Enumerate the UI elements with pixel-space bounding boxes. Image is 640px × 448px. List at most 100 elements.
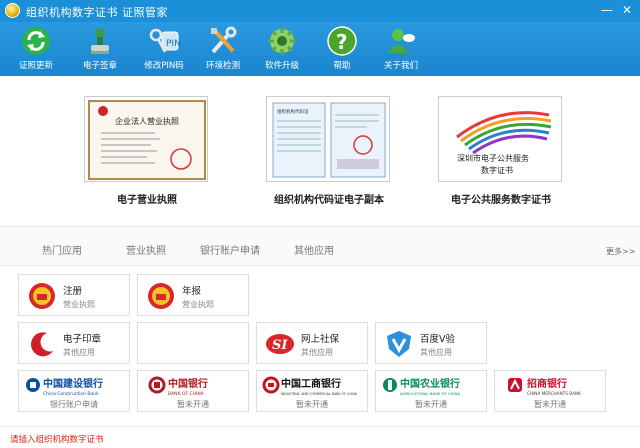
- tools-icon: [211, 26, 237, 54]
- toolbar-label: 修改PIN码: [144, 61, 184, 71]
- cmb-logo-icon: 招商银行 CHINA MERCHANTS BANK: [508, 377, 581, 396]
- baidu-v-icon: [387, 331, 411, 357]
- bank-cmb[interactable]: 招商银行 CHINA MERCHANTS BANK 暂未开通: [494, 370, 606, 412]
- bank-icbc[interactable]: 中国工商银行 INDUSTRIAL AND COMMERCIAL BANK OF…: [256, 370, 368, 412]
- service-category: 营业执照: [63, 300, 95, 309]
- tab-bank-account[interactable]: 银行账户申请: [200, 242, 260, 257]
- toolbar-item-help[interactable]: ? 帮助: [314, 25, 370, 75]
- tab-popular[interactable]: 热门应用: [42, 242, 82, 257]
- certificate-cards: 企业法人营业执照 电子营业执照 组织机构代码证 组织机构代码证电子副本 深圳市电…: [0, 76, 640, 226]
- tab-business-license[interactable]: 营业执照: [126, 242, 166, 257]
- service-category: 其他应用: [63, 348, 95, 357]
- refresh-icon: [22, 27, 50, 55]
- upgrade-icon: [268, 27, 296, 55]
- bank-logo-english: INDUSTRIAL AND COMMERCIAL BANK OF CHINA: [281, 392, 358, 396]
- card-org-code[interactable]: 组织机构代码证 组织机构代码证电子副本: [266, 96, 392, 206]
- org-code-thumbnail: 组织机构代码证: [266, 96, 390, 182]
- svg-text:?: ?: [336, 30, 348, 54]
- app-logo-icon: [5, 3, 20, 18]
- toolbar-label: 电子签章: [82, 61, 117, 71]
- license-heading: 企业法人营业执照: [115, 116, 179, 126]
- bank-logo-name: 中国工商银行: [281, 377, 341, 390]
- service-name: 百度V验: [420, 334, 455, 345]
- bank-abc[interactable]: 中国农业银行 AGRICULTURAL BANK OF CHINA 暂未开通: [375, 370, 487, 412]
- toolbar-item-env-check[interactable]: 环境检测: [195, 25, 251, 75]
- card-business-license[interactable]: 企业法人营业执照 电子营业执照: [84, 96, 210, 206]
- bank-status: 暂未开通: [177, 400, 209, 409]
- service-e-seal[interactable]: 电子印章 其他应用: [18, 322, 130, 364]
- toolbar: 证照更新 电子签章 PIN 修改PIN码 环境检测 软件升级 ? 帮助 关于我们: [0, 22, 640, 76]
- toolbar-label: 证照更新: [18, 61, 53, 71]
- bank-boc[interactable]: 中国银行 BANK OF CHINA 暂未开通: [137, 370, 249, 412]
- bank-status: 银行账户申请: [50, 400, 98, 409]
- toolbar-item-upgrade[interactable]: 软件升级: [254, 25, 310, 75]
- public-service-cert-image: 深圳市电子公共服务 数字证书: [456, 111, 552, 175]
- business-license-thumbnail: 企业法人营业执照: [84, 96, 208, 182]
- card-caption: 电子营业执照: [117, 195, 177, 206]
- more-link[interactable]: 更多>>: [606, 246, 635, 257]
- user-icon: [388, 29, 415, 53]
- cert-text-line-2: 数字证书: [481, 165, 513, 175]
- toolbar-item-seal[interactable]: 电子签章: [72, 25, 128, 75]
- service-category: 营业执照: [182, 300, 214, 309]
- org-code-heading: 组织机构代码证: [277, 108, 309, 115]
- toolbar-label: 关于我们: [383, 61, 418, 71]
- toolbar-item-about[interactable]: 关于我们: [373, 25, 429, 75]
- service-empty-slot: [137, 322, 249, 364]
- seal-stamp-icon: [91, 28, 109, 54]
- service-baidu-v[interactable]: 百度V验 其他应用: [375, 322, 487, 364]
- toolbar-label: 帮助: [333, 61, 351, 71]
- title-bar[interactable]: 组织机构数字证书 证照管家 — ✕: [0, 0, 640, 22]
- bank-logo-english: AGRICULTURAL BANK OF CHINA: [400, 391, 460, 396]
- bank-logo-name: 招商银行: [527, 377, 567, 390]
- toolbar-item-update[interactable]: 证照更新: [8, 25, 64, 75]
- bank-logo-name: 中国银行: [168, 377, 208, 390]
- service-name: 注册: [63, 286, 83, 297]
- toolbar-label: 软件升级: [264, 61, 299, 71]
- org-code-document-image: 组织机构代码证: [272, 102, 386, 178]
- cert-text-line-1: 深圳市电子公共服务: [457, 153, 529, 163]
- app-window: 组织机构数字证书 证照管家 — ✕ 证照更新 电子签章 PIN 修改PIN码 环…: [0, 0, 640, 448]
- service-category: 其他应用: [420, 348, 452, 357]
- card-public-service-cert[interactable]: 深圳市电子公共服务 数字证书 电子公共服务数字证书: [438, 96, 564, 206]
- boc-logo-icon: 中国银行 BANK OF CHINA: [148, 376, 208, 397]
- tab-other[interactable]: 其他应用: [294, 242, 334, 257]
- window-title: 组织机构数字证书 证照管家: [26, 6, 168, 19]
- service-grid: 注册 营业执照 年报 营业执照 电子印章 其他应用 SI 网上社保 其他应用 百…: [0, 266, 640, 426]
- card-caption: 组织机构代码证电子副本: [274, 195, 384, 206]
- svg-text:SI: SI: [272, 338, 288, 353]
- category-tabs: 热门应用 营业执照 银行账户申请 其他应用 更多>>: [0, 226, 640, 266]
- status-message: 请插入组织机构数字证书: [10, 435, 104, 445]
- bank-status: 暂未开通: [296, 400, 328, 409]
- bank-status: 暂未开通: [534, 400, 566, 409]
- help-icon: ?: [327, 26, 357, 56]
- ccb-logo-icon: 中国建设银行 China Construction Bank: [26, 377, 103, 397]
- social-security-icon: SI: [266, 334, 294, 354]
- key-icon: PIN: [149, 28, 180, 53]
- bank-status: 暂未开通: [415, 400, 447, 409]
- national-emblem-icon: [29, 283, 55, 309]
- bank-logo-english: BANK OF CHINA: [168, 391, 205, 397]
- bank-logo-name: 中国建设银行: [43, 377, 103, 390]
- service-social-security[interactable]: SI 网上社保 其他应用: [256, 322, 368, 364]
- service-register[interactable]: 注册 营业执照: [18, 274, 130, 316]
- bank-logo-english: CHINA MERCHANTS BANK: [527, 391, 581, 396]
- license-document-image: 企业法人营业执照: [88, 100, 206, 180]
- service-name: 年报: [182, 286, 202, 297]
- bank-logo-name: 中国农业银行: [400, 377, 460, 390]
- national-emblem-icon: [148, 283, 174, 309]
- service-name: 网上社保: [301, 334, 340, 345]
- svg-text:PIN: PIN: [166, 39, 180, 49]
- card-caption: 电子公共服务数字证书: [451, 195, 551, 206]
- e-seal-icon: [31, 332, 53, 357]
- service-annual-report[interactable]: 年报 营业执照: [137, 274, 249, 316]
- toolbar-label: 环境检测: [205, 61, 240, 71]
- minimize-button[interactable]: —: [598, 2, 616, 18]
- service-category: 其他应用: [301, 348, 333, 357]
- bank-logo-english: China Construction Bank: [43, 391, 99, 397]
- status-bar: 请插入组织机构数字证书: [0, 426, 640, 448]
- bank-ccb[interactable]: 中国建设银行 China Construction Bank 银行账户申请: [18, 370, 130, 412]
- public-service-cert-thumbnail: 深圳市电子公共服务 数字证书: [438, 96, 562, 182]
- toolbar-item-pin[interactable]: PIN 修改PIN码: [136, 25, 192, 75]
- close-button[interactable]: ✕: [618, 2, 636, 18]
